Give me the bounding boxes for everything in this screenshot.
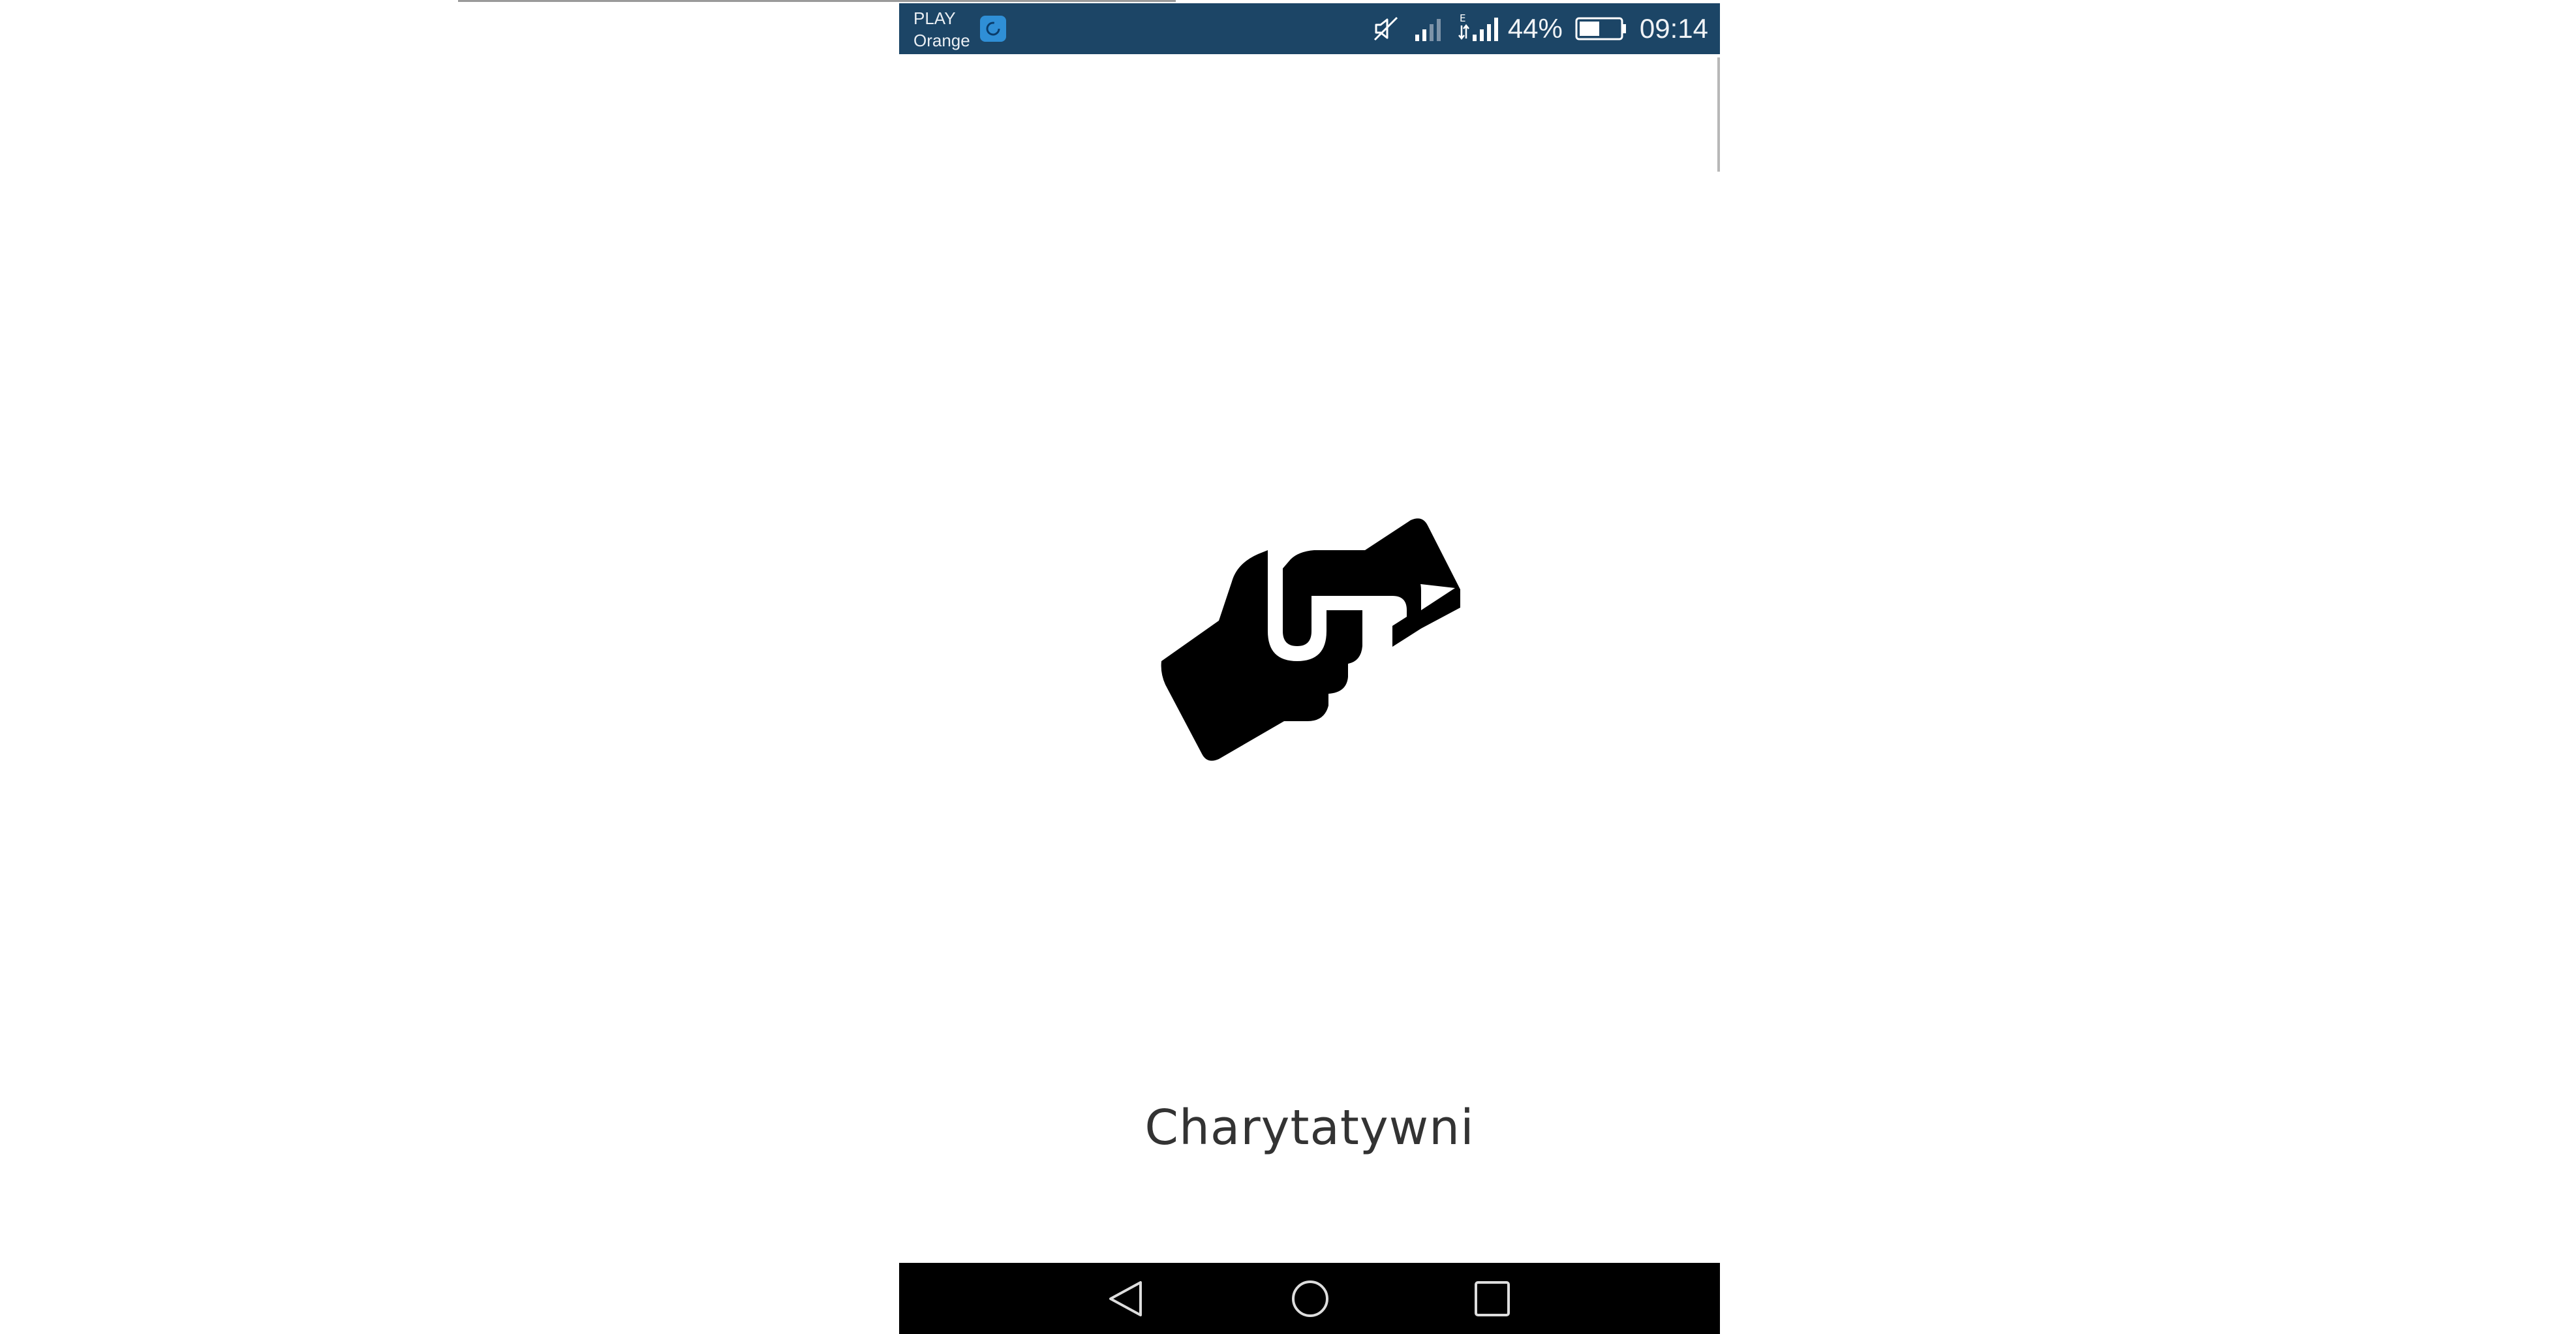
battery-icon [1575,17,1626,40]
status-icons: E 44% 09:14 [1359,3,1708,54]
battery-percent: 44% [1507,13,1563,44]
signal-e-icon: E [1458,12,1498,41]
home-button[interactable] [1287,1277,1333,1320]
phone-screen: PLAY Orange E 44% 09:14 Charytatywni [899,3,1720,1334]
mute-icon [1373,16,1398,41]
scrollbar[interactable] [1717,57,1720,172]
network-type-label: E [1460,12,1465,24]
recents-button[interactable] [1469,1277,1515,1320]
navigation-bar [899,1263,1720,1334]
clock: 09:14 [1639,13,1708,44]
carrier-1: PLAY [913,8,956,28]
back-button[interactable] [1103,1277,1148,1320]
signal-weak-icon [1415,19,1441,41]
carrier-2: Orange [913,31,970,50]
carrier-names: PLAY Orange [913,7,970,52]
app-notification-icon [980,16,1006,42]
app-name: Charytatywni [1144,1100,1475,1156]
status-bar: PLAY Orange E 44% 09:14 [899,3,1720,54]
handshake-icon [1161,518,1460,761]
top-divider [458,0,1176,2]
